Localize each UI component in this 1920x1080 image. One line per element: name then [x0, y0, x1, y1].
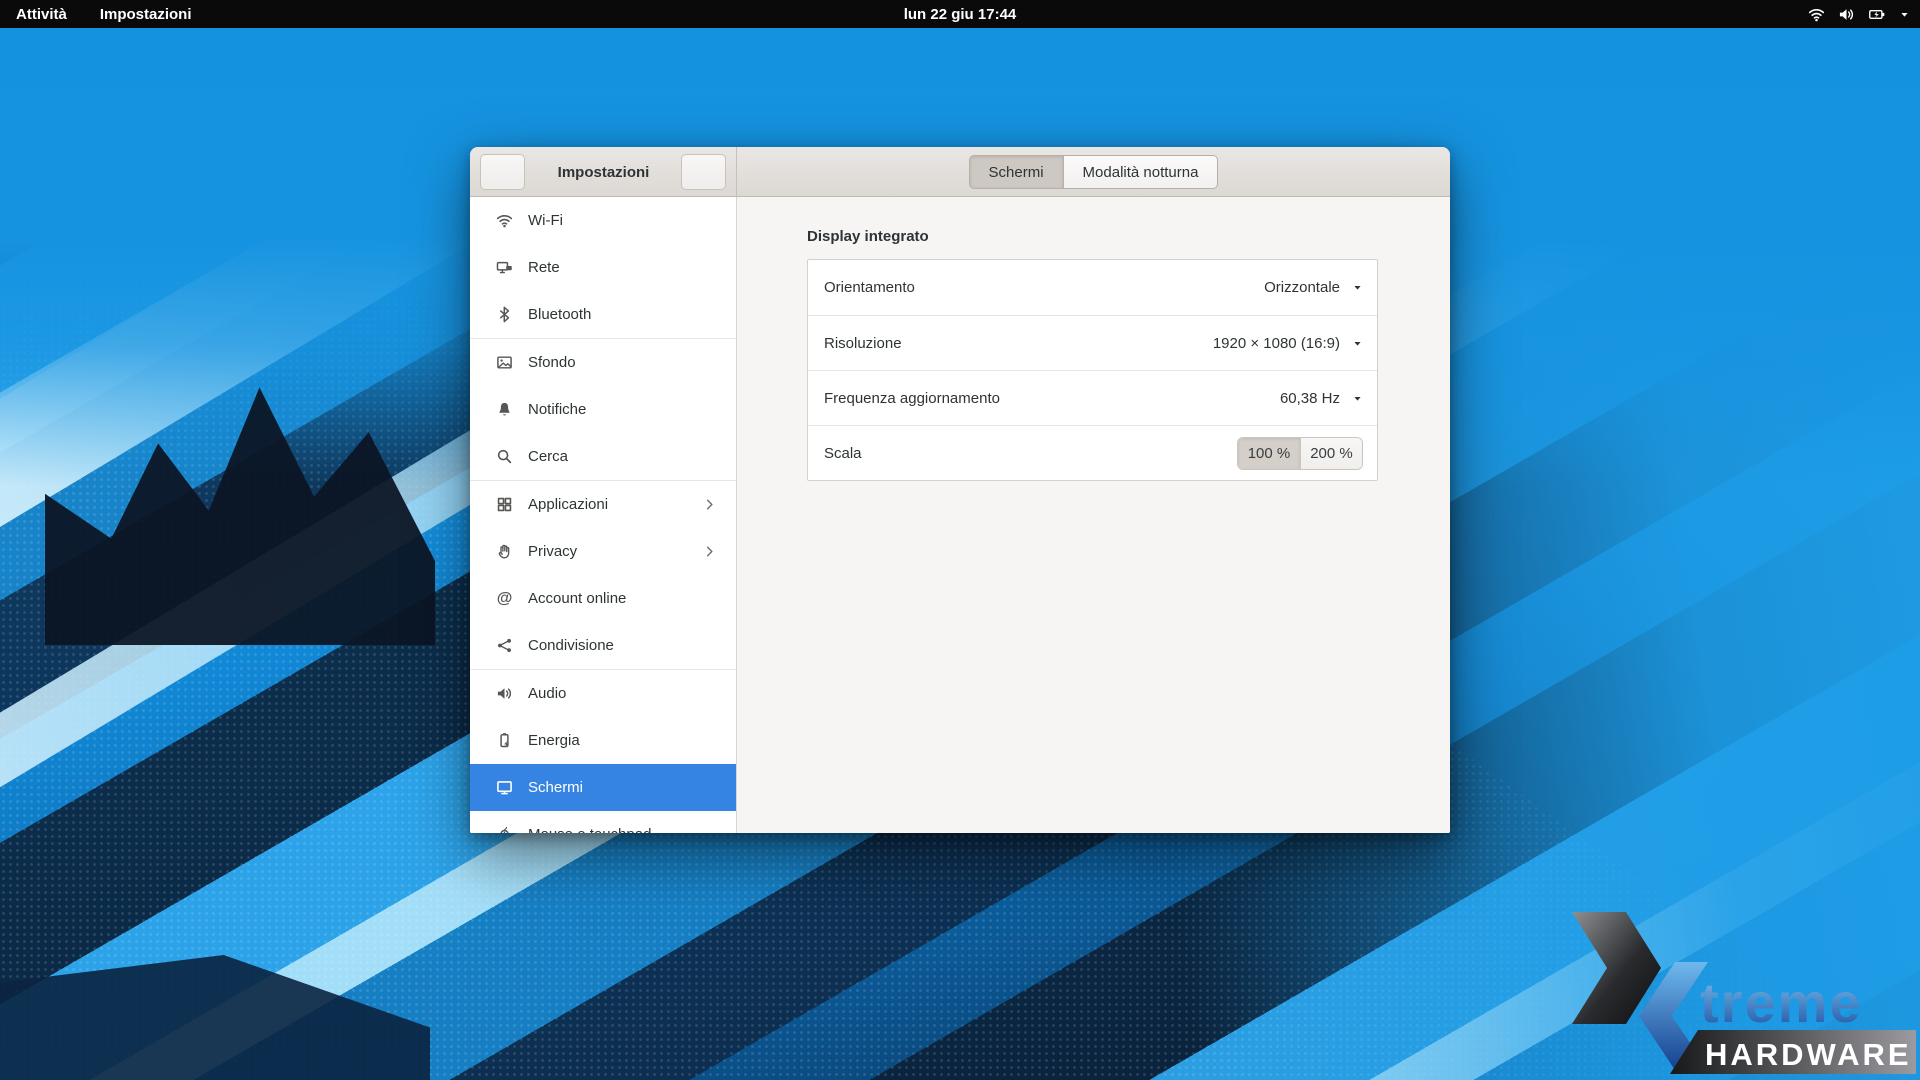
sidebar-item-label: Mouse e touchpad: [528, 826, 718, 833]
app-menu-label: Impostazioni: [100, 6, 192, 23]
sidebar-item-applicazioni[interactable]: Applicazioni: [470, 481, 736, 528]
scale-option-100[interactable]: 100 %: [1238, 438, 1300, 469]
sidebar-item-label: Sfondo: [528, 354, 718, 371]
setting-row-orientamento[interactable]: OrientamentoOrizzontale: [808, 260, 1377, 315]
sidebar-item-cerca[interactable]: Cerca: [470, 433, 736, 480]
sidebar-item-energia[interactable]: Energia: [470, 717, 736, 764]
sidebar-item-notifiche[interactable]: Notifiche: [470, 386, 736, 433]
notifications-icon: [496, 401, 513, 418]
caret-down-icon: [1352, 282, 1363, 293]
at-icon: @: [496, 591, 513, 607]
setting-value: 60,38 Hz: [1280, 390, 1340, 407]
chevron-right-icon: [701, 544, 718, 559]
setting-label: Scala: [824, 445, 1237, 462]
sidebar-item-label: Schermi: [528, 779, 718, 796]
setting-label: Risoluzione: [824, 335, 1213, 352]
sidebar-item-label: Audio: [528, 685, 718, 702]
section-title: Display integrato: [807, 228, 929, 245]
applications-icon: [496, 496, 513, 513]
close-window-button[interactable]: [1408, 157, 1438, 187]
wifi-icon: [496, 212, 513, 229]
sidebar-item-label: Cerca: [528, 448, 718, 465]
share-icon: [496, 637, 513, 654]
displays-icon: [496, 779, 513, 796]
power-icon: [496, 732, 513, 749]
top-bar: Attività Impostazioni lun 22 giu 17:44: [0, 0, 1920, 28]
content-pane: Display integrato OrientamentoOrizzontal…: [737, 197, 1450, 833]
display-settings-list: OrientamentoOrizzontaleRisoluzione1920 ×…: [807, 259, 1378, 481]
desktop: treme HARDWARE Attività Impostazioni lun…: [0, 0, 1920, 1080]
bluetooth-icon: [496, 306, 513, 323]
caret-down-icon: [1352, 393, 1363, 404]
sidebar-item-schermi[interactable]: Schermi: [470, 764, 736, 811]
tab-schermi[interactable]: Schermi: [969, 155, 1063, 189]
system-status-area[interactable]: [1808, 0, 1910, 28]
setting-label: Frequenza aggiornamento: [824, 390, 1280, 407]
xtreme-hardware-logo: treme HARDWARE: [1548, 906, 1920, 1078]
caret-down-icon: [1899, 9, 1910, 20]
privacy-icon: [496, 543, 513, 560]
hamburger-menu-button[interactable]: [681, 154, 726, 190]
volume-icon: [1838, 6, 1855, 23]
sidebar-item-account-online[interactable]: @ Account online: [470, 575, 736, 622]
settings-window: Impostazioni SchermiModalità notturna Wi…: [470, 147, 1450, 833]
app-menu[interactable]: Impostazioni: [93, 0, 199, 28]
tab-modalit-notturna[interactable]: Modalità notturna: [1063, 155, 1219, 189]
sidebar-item-label: Energia: [528, 732, 718, 749]
sidebar-item-bluetooth[interactable]: Bluetooth: [470, 291, 736, 338]
sidebar-item-privacy[interactable]: Privacy: [470, 528, 736, 575]
setting-row-frequenza-aggiornamento[interactable]: Frequenza aggiornamento60,38 Hz: [808, 370, 1377, 425]
sidebar-item-wi-fi[interactable]: Wi-Fi: [470, 197, 736, 244]
sidebar-item-label: Condivisione: [528, 637, 718, 654]
setting-row-risoluzione[interactable]: Risoluzione1920 × 1080 (16:9): [808, 315, 1377, 370]
sidebar-item-rete[interactable]: Rete: [470, 244, 736, 291]
sidebar-item-condivisione[interactable]: Condivisione: [470, 622, 736, 669]
sidebar-item-sfondo[interactable]: Sfondo: [470, 339, 736, 386]
scale-option-200[interactable]: 200 %: [1300, 438, 1362, 469]
caret-down-icon: [1352, 338, 1363, 349]
chevron-right-icon: [701, 497, 718, 512]
setting-label: Orientamento: [824, 279, 1264, 296]
titlebar[interactable]: Impostazioni SchermiModalità notturna: [470, 147, 1450, 197]
sidebar: Wi-Fi Rete Bluetooth Sfondo Notifiche Cerca Ap…: [470, 197, 737, 833]
network-icon: [496, 259, 513, 276]
sidebar-item-mouse-e-touchpad[interactable]: Mouse e touchpad: [470, 811, 736, 833]
setting-row-scala: Scala100 %200 %: [808, 425, 1377, 480]
sidebar-item-label: Notifiche: [528, 401, 718, 418]
battery-icon: [1868, 6, 1886, 23]
audio-icon: [496, 685, 513, 702]
sidebar-list: Wi-Fi Rete Bluetooth Sfondo Notifiche Cerca Ap…: [470, 197, 736, 833]
sidebar-item-label: Bluetooth: [528, 306, 718, 323]
scale-segmented-control: 100 %200 %: [1237, 437, 1363, 470]
sidebar-item-label: Wi-Fi: [528, 212, 718, 229]
background-icon: [496, 354, 513, 371]
setting-value: Orizzontale: [1264, 279, 1340, 296]
sidebar-item-audio[interactable]: Audio: [470, 670, 736, 717]
logo-treme-text: treme: [1700, 971, 1863, 1034]
wifi-icon: [1808, 6, 1825, 23]
logo-hardware-text: HARDWARE: [1705, 1037, 1912, 1072]
mouse-icon: [496, 826, 513, 833]
search-icon: [496, 448, 513, 465]
sidebar-item-label: Privacy: [528, 543, 686, 560]
header-tabs: SchermiModalità notturna: [737, 147, 1450, 197]
sidebar-item-label: Rete: [528, 259, 718, 276]
setting-value: 1920 × 1080 (16:9): [1213, 335, 1340, 352]
activities-button[interactable]: Attività: [16, 0, 67, 28]
activities-label: Attività: [16, 6, 67, 23]
sidebar-item-label: Applicazioni: [528, 496, 686, 513]
sidebar-item-label: Account online: [528, 590, 718, 607]
clock[interactable]: lun 22 giu 17:44: [0, 6, 1920, 23]
